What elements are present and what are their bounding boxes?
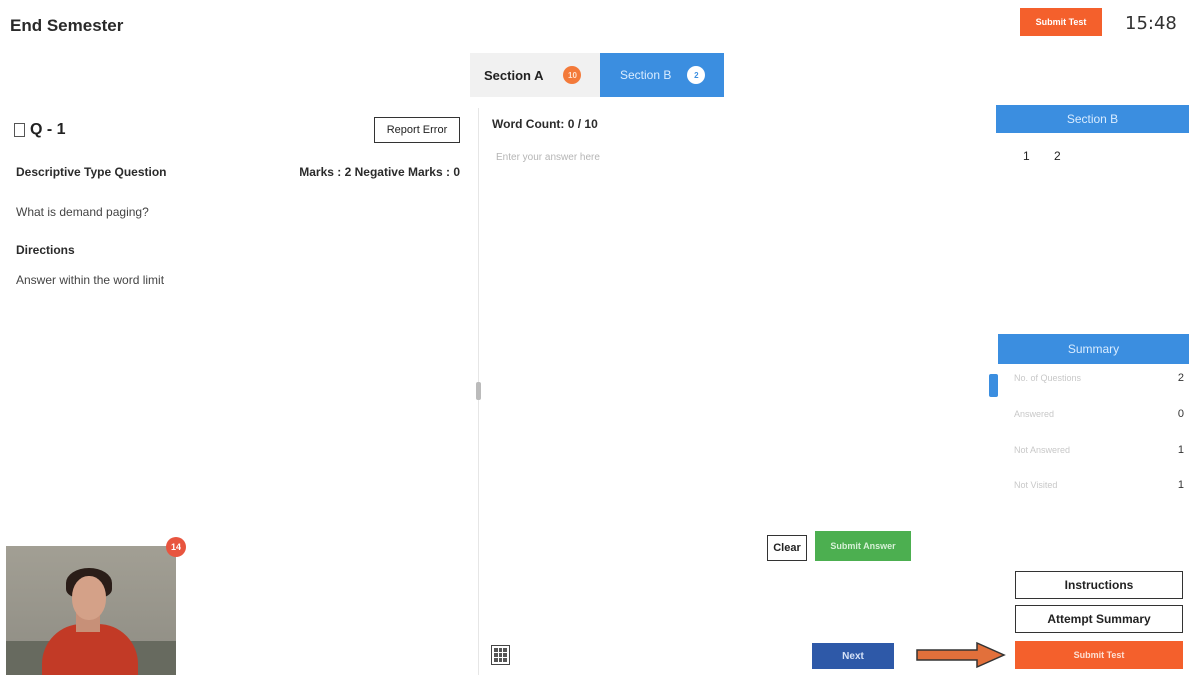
summary-row-label: Answered	[1014, 409, 1055, 419]
question-text: What is demand paging?	[16, 205, 149, 219]
header-bar: End Semester Submit Test 15:48	[0, 0, 1189, 52]
summary-row-label: No. of Questions	[1014, 373, 1082, 383]
webcam-alert-badge: 14	[166, 537, 186, 557]
summary-row-value: 2	[1177, 372, 1184, 384]
summary-row-value: 1	[1177, 479, 1184, 491]
summary-row-label: Not Visited	[1014, 480, 1058, 490]
panel-resize-handle[interactable]	[476, 382, 481, 400]
instructions-button[interactable]: Instructions	[1015, 571, 1183, 599]
summary-row: Not Visited 1	[1014, 477, 1184, 497]
summary-row: No. of Questions 2	[1014, 370, 1184, 390]
top-submit-test-button[interactable]: Submit Test	[1020, 8, 1102, 36]
webcam-preview	[6, 546, 176, 675]
summary-row: Answered 0	[1014, 406, 1184, 426]
submit-answer-button[interactable]: Submit Answer	[815, 531, 911, 561]
question-palette-item[interactable]: 2	[1054, 149, 1061, 163]
directions-heading: Directions	[16, 243, 75, 257]
report-error-button[interactable]: Report Error	[374, 117, 460, 143]
next-question-button[interactable]: Next	[812, 643, 894, 669]
tab-section-a-label: Section A	[484, 67, 544, 83]
question-marks: Marks : 2 Negative Marks : 0	[299, 165, 460, 179]
question-number: Q - 1	[30, 121, 66, 138]
summary-collapse-tab[interactable]	[989, 374, 998, 397]
attempt-summary-button[interactable]: Attempt Summary	[1015, 605, 1183, 633]
summary-row-value: 0	[1177, 408, 1184, 420]
arrow-right-icon	[916, 641, 1006, 669]
summary-row-label: Not Answered	[1014, 445, 1071, 455]
summary-row-value: 1	[1177, 444, 1184, 456]
webcam-person-face	[72, 576, 106, 620]
countdown-timer: 15:48	[1125, 13, 1177, 34]
tab-section-a[interactable]: Section A 10	[470, 53, 600, 97]
word-count: Word Count: 0 / 10	[492, 117, 598, 131]
question-palette-item[interactable]: 1	[1023, 149, 1030, 163]
tab-section-b-count-badge: 2	[687, 66, 706, 84]
question-type: Descriptive Type Question	[16, 165, 167, 179]
tab-section-a-count-badge: 10	[563, 66, 582, 84]
summary-header: Summary	[998, 334, 1189, 364]
exam-title: End Semester	[10, 16, 124, 35]
section-b-palette-header: Section B	[996, 105, 1189, 133]
bookmark-checkbox[interactable]	[14, 123, 25, 137]
calculator-icon[interactable]	[491, 645, 510, 665]
summary-row: Not Answered 1	[1014, 442, 1184, 462]
submit-test-button[interactable]: Submit Test	[1015, 641, 1183, 669]
clear-answer-button[interactable]: Clear	[767, 535, 807, 561]
answer-textarea[interactable]	[490, 146, 970, 516]
tab-section-b-label: Section B	[620, 68, 672, 82]
directions-text: Answer within the word limit	[16, 273, 165, 287]
tab-section-b[interactable]: Section B 2	[600, 53, 724, 97]
